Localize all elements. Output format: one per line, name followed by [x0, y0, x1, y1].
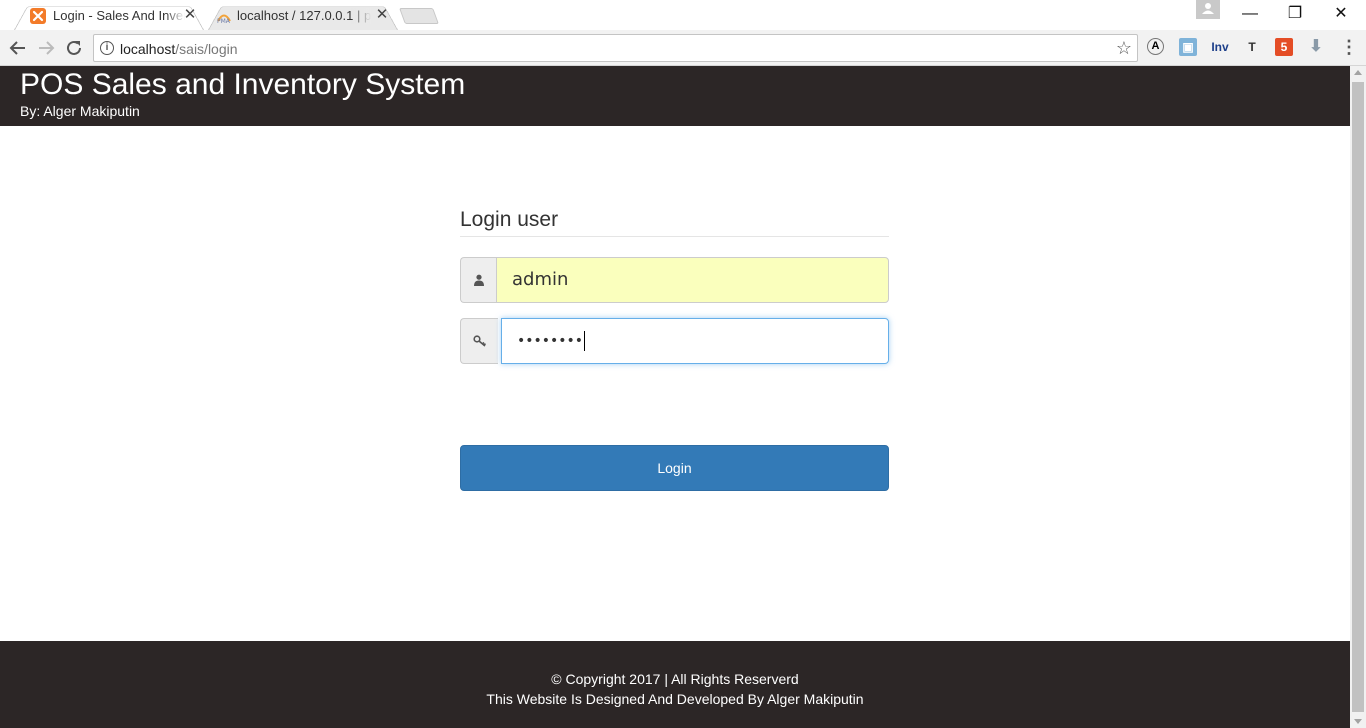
person-icon [1202, 3, 1214, 14]
menu-icon[interactable]: ⋮ [1340, 38, 1358, 56]
login-title: Login user [460, 206, 889, 237]
scroll-up-arrow[interactable] [1354, 70, 1362, 75]
site-header: POS Sales and Inventory System By: Alger… [0, 66, 1350, 126]
key-icon [472, 335, 486, 347]
footer-credit: This Website Is Designed And Developed B… [486, 691, 864, 707]
password-group: •••••••• [460, 318, 889, 364]
username-input[interactable]: admin [496, 257, 889, 303]
browser-toolbar: i localhost/sais/login ☆ A ▣ Inv T 5 ⬇ ⋮ [0, 30, 1366, 66]
password-input[interactable]: •••••••• [501, 318, 889, 364]
reload-button[interactable] [62, 36, 86, 60]
scrollbar-thumb[interactable] [1352, 82, 1364, 712]
address-bar[interactable]: i localhost/sais/login ☆ [93, 34, 1138, 62]
back-button[interactable] [6, 36, 30, 60]
footer-copyright: © Copyright 2017 | All Rights Reserverd [551, 671, 799, 687]
html5-extension-icon[interactable]: 5 [1275, 38, 1293, 56]
login-button[interactable]: Login [460, 445, 889, 491]
arrow-left-icon [9, 41, 25, 55]
angular-icon[interactable]: A [1147, 38, 1164, 55]
bookmark-star-icon[interactable]: ☆ [1116, 38, 1132, 58]
tab-title: localhost / 127.0.0.1 | phpMyAdmin [237, 8, 371, 24]
close-tab-icon[interactable]: ✕ [182, 7, 198, 23]
url-host: localhost [120, 41, 176, 57]
username-group: admin [460, 257, 889, 303]
page-viewport: POS Sales and Inventory System By: Alger… [0, 66, 1350, 728]
scroll-down-arrow[interactable] [1354, 719, 1362, 724]
minimize-button[interactable]: — [1227, 0, 1273, 28]
vertical-scrollbar[interactable] [1350, 66, 1366, 728]
username-addon [460, 257, 496, 303]
svg-text:PMA: PMA [217, 18, 231, 24]
site-byline: By: Alger Makiputin [20, 103, 140, 119]
cast-icon[interactable]: ▣ [1179, 38, 1197, 56]
close-window-button[interactable]: ✕ [1318, 0, 1364, 28]
site-footer: © Copyright 2017 | All Rights Reserverd … [0, 641, 1350, 728]
login-form: Login user admin •••••••• Login [460, 206, 889, 491]
password-addon [460, 318, 498, 364]
site-brand[interactable]: POS Sales and Inventory System [20, 68, 465, 102]
url-text: localhost/sais/login [120, 41, 238, 57]
restore-button[interactable]: ❐ [1272, 0, 1318, 28]
arrow-right-icon [39, 41, 55, 55]
close-tab-icon[interactable]: ✕ [374, 7, 390, 23]
reload-icon [67, 40, 81, 55]
new-tab-button[interactable] [399, 8, 439, 24]
url-path: /sais/login [175, 41, 238, 57]
info-icon[interactable]: i [100, 41, 114, 55]
phpmyadmin-icon: PMA [217, 14, 231, 24]
download-icon[interactable]: ⬇ [1307, 38, 1325, 56]
forward-button[interactable] [34, 36, 58, 60]
inv-extension-icon[interactable]: Inv [1208, 38, 1232, 56]
tab-phpmyadmin[interactable]: PMA localhost / 127.0.0.1 | phpMyAdmin ✕ [208, 2, 398, 30]
user-icon [473, 274, 484, 286]
xampp-icon [30, 8, 46, 24]
text-caret [584, 331, 586, 351]
translate-extension-icon[interactable]: T [1243, 38, 1261, 56]
tab-login[interactable]: Login - Sales And Inventory System ✕ [14, 2, 204, 30]
password-mask: •••••••• [517, 333, 584, 349]
tab-strip: Login - Sales And Inventory System ✕ PMA… [0, 0, 1366, 30]
profile-icon[interactable] [1196, 0, 1220, 19]
tab-title: Login - Sales And Inventory System [53, 8, 185, 24]
